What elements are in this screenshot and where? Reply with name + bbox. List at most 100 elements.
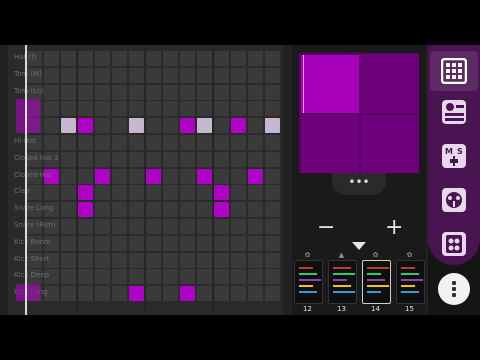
step-cell[interactable] — [44, 67, 59, 83]
step-cell[interactable] — [112, 219, 127, 234]
step-cell[interactable] — [129, 202, 144, 218]
step-cell[interactable] — [95, 185, 110, 201]
step-cell[interactable] — [112, 185, 127, 201]
step-cell[interactable] — [231, 286, 246, 302]
step-cell[interactable] — [78, 252, 93, 268]
step-cell[interactable] — [112, 286, 127, 302]
step-cell[interactable] — [146, 286, 161, 302]
instrument-label[interactable]: Clap — [14, 187, 30, 195]
step-cell[interactable] — [112, 151, 127, 167]
step-cell[interactable] — [163, 252, 178, 268]
step-cell[interactable] — [78, 286, 93, 302]
step-cell[interactable] — [146, 269, 161, 285]
step-cell[interactable] — [95, 151, 110, 167]
step-cell[interactable] — [163, 235, 178, 251]
step-cell[interactable] — [197, 51, 212, 66]
step-cell[interactable] — [61, 84, 76, 100]
step-cell[interactable] — [112, 269, 127, 285]
step-cell[interactable] — [163, 151, 178, 167]
step-cell[interactable] — [146, 67, 161, 83]
instrument-label[interactable]: Kick Deep — [14, 271, 49, 279]
step-cell[interactable] — [248, 135, 263, 150]
step-cell[interactable] — [231, 84, 246, 100]
step-cell[interactable] — [112, 118, 127, 134]
step-cell[interactable] — [146, 151, 161, 167]
step-cell[interactable] — [163, 269, 178, 285]
step-cell[interactable] — [129, 84, 144, 100]
step-cell[interactable] — [248, 185, 263, 201]
step-cell[interactable] — [61, 67, 76, 83]
pattern-block-2[interactable] — [361, 55, 419, 113]
step-cell[interactable] — [197, 219, 212, 234]
step-cell[interactable] — [248, 101, 263, 117]
step-cell[interactable] — [112, 235, 127, 251]
instrument-list-button[interactable] — [438, 97, 470, 127]
step-cell[interactable] — [180, 286, 195, 302]
grid-view-button[interactable] — [430, 51, 478, 91]
step-cell[interactable] — [265, 286, 280, 302]
pattern-block-4[interactable] — [361, 115, 419, 173]
instrument-label[interactable]: Tom (Lo) — [14, 87, 44, 95]
step-cell[interactable] — [112, 67, 127, 83]
step-cell[interactable] — [129, 252, 144, 268]
step-cell[interactable] — [61, 168, 76, 184]
step-cell[interactable] — [112, 252, 127, 268]
step-cell[interactable] — [231, 51, 246, 66]
pattern-slot[interactable] — [328, 260, 357, 304]
step-cell[interactable] — [180, 135, 195, 150]
step-cell[interactable] — [231, 252, 246, 268]
step-cell[interactable] — [163, 51, 178, 66]
step-cell[interactable] — [231, 101, 246, 117]
step-cell[interactable] — [231, 185, 246, 201]
step-cell[interactable] — [61, 219, 76, 234]
step-cell[interactable] — [214, 84, 229, 100]
step-cell[interactable] — [95, 51, 110, 66]
step-cell[interactable] — [78, 51, 93, 66]
step-cell[interactable] — [180, 67, 195, 83]
step-cell[interactable] — [180, 185, 195, 201]
step-cell[interactable] — [265, 219, 280, 234]
step-cell[interactable] — [44, 101, 59, 117]
step-cell[interactable] — [231, 219, 246, 234]
step-cell[interactable] — [95, 135, 110, 150]
step-cell[interactable] — [129, 219, 144, 234]
pattern-slot[interactable] — [362, 260, 391, 304]
step-cell[interactable] — [95, 235, 110, 251]
step-cell[interactable] — [146, 118, 161, 134]
step-cell[interactable] — [78, 168, 93, 184]
instrument-label[interactable]: Tom (M) — [14, 70, 42, 78]
step-cell[interactable] — [248, 235, 263, 251]
step-cell[interactable] — [180, 235, 195, 251]
step-cell[interactable] — [248, 286, 263, 302]
step-cell[interactable] — [197, 101, 212, 117]
step-cell[interactable] — [44, 135, 59, 150]
main-menu-button[interactable] — [438, 273, 470, 305]
step-cell[interactable] — [265, 118, 280, 134]
step-cell[interactable] — [163, 135, 178, 150]
step-cell[interactable] — [78, 235, 93, 251]
step-cell[interactable] — [95, 202, 110, 218]
step-cell[interactable] — [197, 185, 212, 201]
step-cell[interactable] — [231, 202, 246, 218]
step-cell[interactable] — [265, 269, 280, 285]
step-cell[interactable] — [248, 219, 263, 234]
step-cell[interactable] — [214, 286, 229, 302]
instrument-label[interactable]: Kick Short — [14, 255, 49, 263]
step-cell[interactable] — [180, 252, 195, 268]
step-cell[interactable] — [112, 202, 127, 218]
step-cell[interactable] — [78, 84, 93, 100]
pattern-slot[interactable] — [396, 260, 425, 304]
step-cell[interactable] — [112, 84, 127, 100]
step-cell[interactable] — [265, 51, 280, 66]
step-cell[interactable] — [163, 185, 178, 201]
step-cell[interactable] — [146, 84, 161, 100]
step-cell[interactable] — [78, 101, 93, 117]
step-cell[interactable] — [163, 202, 178, 218]
step-cell[interactable] — [78, 118, 93, 134]
step-cell[interactable] — [197, 202, 212, 218]
step-cell[interactable] — [197, 118, 212, 134]
step-cell[interactable] — [180, 168, 195, 184]
step-cell[interactable] — [95, 269, 110, 285]
step-cell[interactable] — [163, 67, 178, 83]
step-cell[interactable] — [265, 151, 280, 167]
